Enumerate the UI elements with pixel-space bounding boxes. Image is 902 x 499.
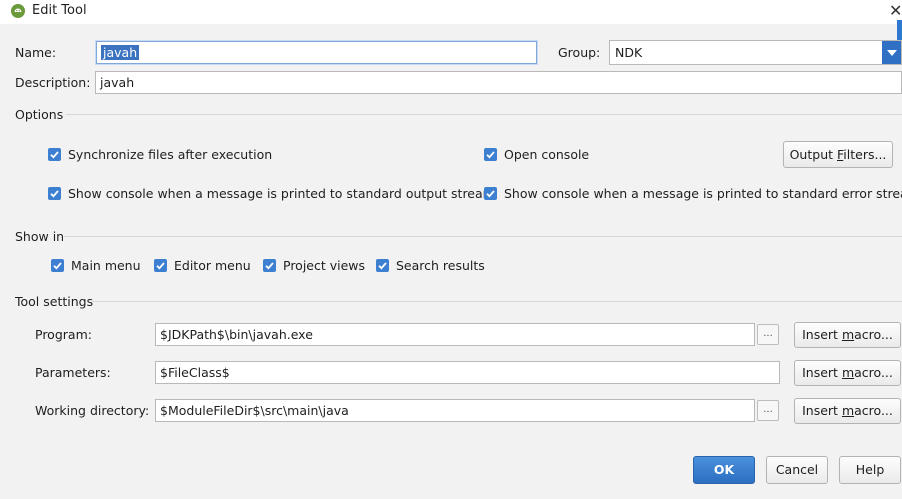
description-label: Description: — [15, 75, 91, 90]
program-browse-button[interactable]: ... — [757, 324, 779, 345]
checkmark-icon[interactable] — [48, 148, 61, 161]
insert-macro-text-a: Insert — [802, 327, 842, 342]
checkmark-icon[interactable] — [484, 148, 497, 161]
program-label: Program: — [35, 327, 92, 342]
tool-settings-divider — [92, 301, 902, 302]
show-in-search-results[interactable]: Search results — [396, 258, 485, 273]
parameters-label: Parameters: — [35, 365, 111, 380]
checkmark-icon[interactable] — [484, 187, 497, 200]
checkmark-icon[interactable] — [263, 259, 276, 272]
show-in-divider — [64, 236, 902, 237]
working-directory-label: Working directory: — [35, 403, 150, 418]
name-input[interactable]: javah — [96, 41, 537, 64]
insert-macro-text-b: acro... — [854, 403, 893, 418]
show-in-editor-menu[interactable]: Editor menu — [174, 258, 251, 273]
show-console-stdout-label[interactable]: Show console when a message is printed t… — [68, 186, 495, 201]
output-filters-text-a: Output — [789, 147, 837, 162]
insert-macro-text-a: Insert — [802, 403, 842, 418]
options-divider — [66, 114, 902, 115]
show-console-stderr-label[interactable]: Show console when a message is printed t… — [504, 186, 902, 201]
working-directory-insert-macro-button[interactable]: Insert macro... — [794, 398, 901, 424]
name-label: Name: — [15, 45, 57, 60]
program-input[interactable]: $JDKPath$\bin\javah.exe — [155, 323, 755, 346]
chevron-down-icon[interactable] — [882, 41, 901, 64]
insert-macro-mnemonic: m — [841, 327, 855, 342]
window-title: Edit Tool — [32, 3, 87, 18]
tool-settings-heading: Tool settings — [15, 294, 94, 309]
working-directory-input[interactable]: $ModuleFileDir$\src\main\java — [155, 399, 755, 422]
working-directory-browse-button[interactable]: ... — [757, 400, 779, 421]
checkmark-icon[interactable] — [48, 187, 61, 200]
android-icon — [11, 4, 25, 18]
open-console-label[interactable]: Open console — [504, 147, 589, 162]
close-icon[interactable]: ✕ — [889, 1, 902, 20]
options-heading: Options — [15, 107, 64, 122]
parameters-insert-macro-button[interactable]: Insert macro... — [794, 360, 901, 386]
insert-macro-text-b: acro... — [854, 327, 893, 342]
show-in-heading: Show in — [15, 229, 65, 244]
checkmark-icon[interactable] — [376, 259, 389, 272]
output-filters-text-b: ilters... — [843, 147, 887, 162]
group-value: NDK — [615, 45, 643, 60]
insert-macro-text-a: Insert — [802, 365, 842, 380]
insert-macro-text-b: acro... — [854, 365, 893, 380]
output-filters-button[interactable]: Output Filters... — [783, 141, 893, 168]
description-input[interactable]: javah — [95, 71, 902, 94]
checkmark-icon[interactable] — [51, 259, 64, 272]
insert-macro-mnemonic: m — [841, 403, 855, 418]
checkmark-icon[interactable] — [154, 259, 167, 272]
program-insert-macro-button[interactable]: Insert macro... — [794, 322, 901, 348]
title-bar — [0, 0, 902, 24]
ok-button[interactable]: OK — [693, 456, 755, 484]
name-value: javah — [101, 45, 140, 60]
cancel-button[interactable]: Cancel — [766, 456, 828, 484]
group-select[interactable]: NDK — [609, 40, 902, 65]
insert-macro-mnemonic: m — [841, 365, 855, 380]
help-button[interactable]: Help — [839, 456, 901, 484]
sync-files-label[interactable]: Synchronize files after execution — [68, 147, 272, 162]
show-in-project-views[interactable]: Project views — [283, 258, 365, 273]
show-in-main-menu[interactable]: Main menu — [71, 258, 141, 273]
parameters-input[interactable]: $FileClass$ — [155, 361, 780, 384]
group-label: Group: — [558, 45, 601, 60]
